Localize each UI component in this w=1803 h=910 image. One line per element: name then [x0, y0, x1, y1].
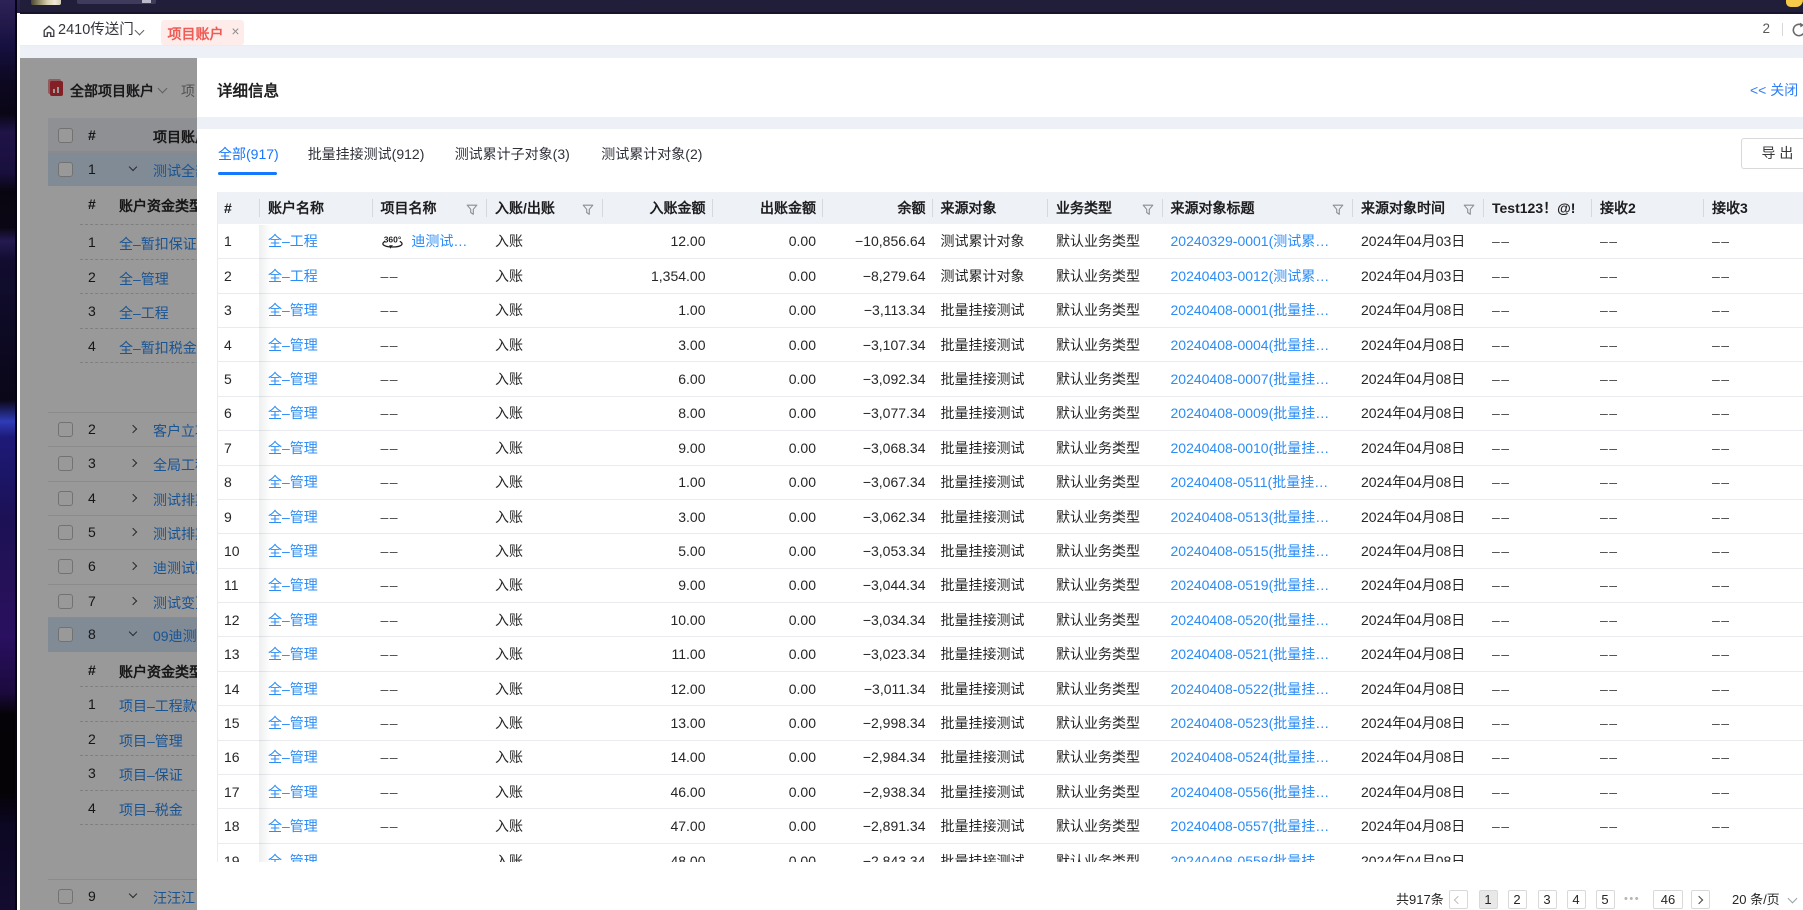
svg-text:360°: 360° [383, 235, 401, 245]
